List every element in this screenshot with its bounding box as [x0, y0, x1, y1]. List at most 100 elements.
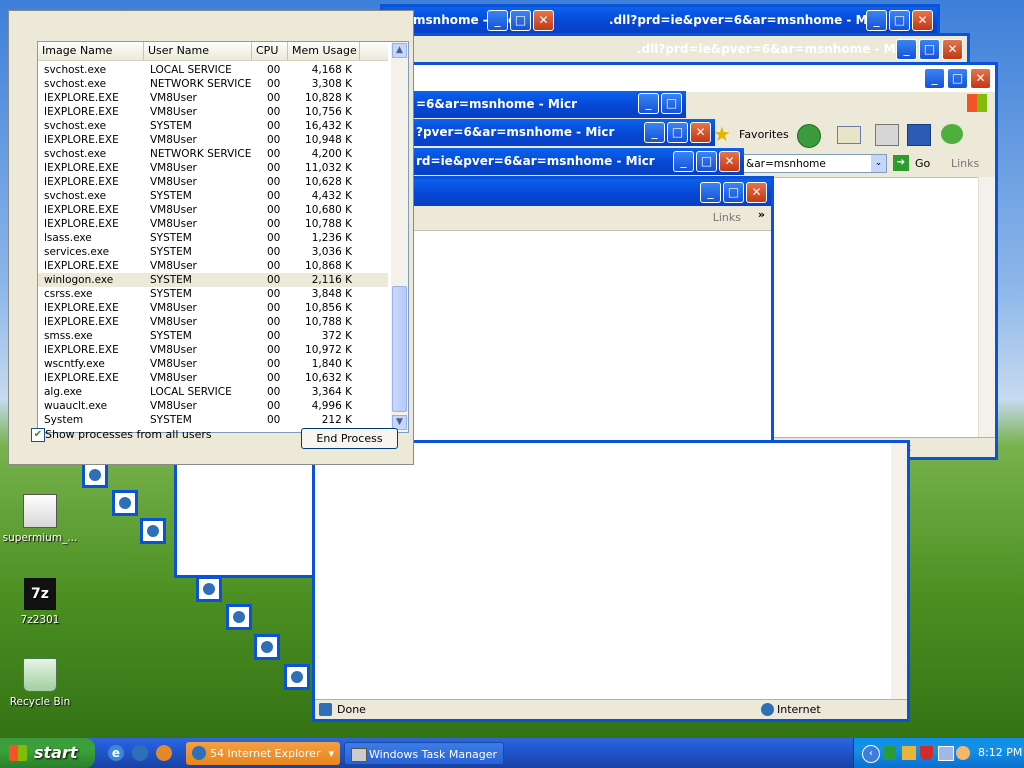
- maximize-button[interactable]: □: [661, 93, 682, 114]
- process-list[interactable]: Image Name User Name CPU Mem Usage svcho…: [37, 41, 409, 433]
- ie-window-edge[interactable]: [82, 462, 108, 488]
- end-process-button[interactable]: End Process: [301, 428, 398, 449]
- mail-icon[interactable]: [837, 126, 861, 144]
- ie-window-edge[interactable]: [284, 664, 310, 690]
- minimize-button[interactable]: _: [487, 10, 508, 31]
- table-row[interactable]: csrss.exe SYSTEM 00 3,848 K: [38, 287, 388, 301]
- close-button[interactable]: ✕: [912, 10, 933, 31]
- ie-window-edge[interactable]: [140, 518, 166, 544]
- tray-icon[interactable]: [884, 746, 896, 760]
- links-label[interactable]: Links: [713, 211, 741, 224]
- desktop-icon-recycle-bin[interactable]: Recycle Bin: [0, 658, 80, 708]
- chevron-right-icon[interactable]: »: [758, 208, 765, 221]
- ie-window-edge[interactable]: [196, 576, 222, 602]
- table-row[interactable]: IEXPLORE.EXE VM8User 00 10,632 K: [38, 371, 388, 385]
- table-row[interactable]: IEXPLORE.EXE VM8User 00 10,756 K: [38, 105, 388, 119]
- address-dropdown-icon[interactable]: ⌄: [871, 155, 886, 172]
- close-button[interactable]: ✕: [719, 151, 740, 172]
- links-label[interactable]: Links: [951, 157, 979, 170]
- firefox-icon[interactable]: [132, 745, 148, 761]
- table-row[interactable]: IEXPLORE.EXE VM8User 00 10,828 K: [38, 91, 388, 105]
- go-button[interactable]: Go: [915, 157, 930, 170]
- ie-window-edge[interactable]: [112, 490, 138, 516]
- maximize-button[interactable]: □: [696, 151, 717, 172]
- minimize-button[interactable]: _: [700, 182, 721, 203]
- table-row[interactable]: winlogon.exe SYSTEM 00 2,116 K: [38, 273, 388, 287]
- column-cpu[interactable]: CPU: [252, 42, 288, 60]
- table-row[interactable]: wuauclt.exe VM8User 00 4,996 K: [38, 399, 388, 413]
- maximize-button[interactable]: □: [919, 39, 940, 60]
- close-button[interactable]: ✕: [970, 68, 991, 89]
- table-row[interactable]: IEXPLORE.EXE VM8User 00 10,680 K: [38, 203, 388, 217]
- security-shield-icon[interactable]: [920, 746, 933, 760]
- table-row[interactable]: services.exe SYSTEM 00 3,036 K: [38, 245, 388, 259]
- table-row[interactable]: svchost.exe NETWORK SERVICE 00 3,308 K: [38, 77, 388, 91]
- scroll-up-button[interactable]: ▲: [392, 43, 407, 58]
- table-row[interactable]: smss.exe SYSTEM 00 372 K: [38, 329, 388, 343]
- column-image-name[interactable]: Image Name: [38, 42, 144, 60]
- close-button[interactable]: ✕: [942, 39, 963, 60]
- table-row[interactable]: svchost.exe SYSTEM 00 4,432 K: [38, 189, 388, 203]
- table-row[interactable]: IEXPLORE.EXE VM8User 00 11,032 K: [38, 161, 388, 175]
- history-icon[interactable]: [797, 124, 821, 148]
- print-icon[interactable]: [875, 124, 899, 146]
- vertical-scrollbar[interactable]: [978, 177, 995, 437]
- table-row[interactable]: alg.exe LOCAL SERVICE 00 3,364 K: [38, 385, 388, 399]
- ie-window-edge[interactable]: [226, 604, 252, 630]
- maximize-button[interactable]: □: [947, 68, 968, 89]
- minimize-button[interactable]: _: [644, 122, 665, 143]
- table-row[interactable]: IEXPLORE.EXE VM8User 00 10,628 K: [38, 175, 388, 189]
- column-user-name[interactable]: User Name: [144, 42, 252, 60]
- media-icon[interactable]: [156, 745, 172, 761]
- table-row[interactable]: IEXPLORE.EXE VM8User 00 10,788 K: [38, 217, 388, 231]
- table-row[interactable]: IEXPLORE.EXE VM8User 00 10,972 K: [38, 343, 388, 357]
- table-row[interactable]: wscntfy.exe VM8User 00 1,840 K: [38, 357, 388, 371]
- minimize-button[interactable]: _: [924, 68, 945, 89]
- minimize-button[interactable]: _: [673, 151, 694, 172]
- taskbar-item-ie-group[interactable]: 54 Internet Explorer ▾: [186, 742, 340, 765]
- table-row[interactable]: System SYSTEM 00 212 K: [38, 413, 388, 427]
- address-field[interactable]: &ar=msnhome: [741, 154, 887, 173]
- show-all-checkbox[interactable]: ✔: [31, 428, 45, 442]
- tray-expand-icon[interactable]: ‹: [862, 745, 880, 763]
- scroll-thumb[interactable]: [392, 286, 407, 412]
- edit-icon[interactable]: [907, 124, 931, 146]
- table-row[interactable]: IEXPLORE.EXE VM8User 00 10,948 K: [38, 133, 388, 147]
- maximize-button[interactable]: □: [723, 182, 744, 203]
- ie-icon[interactable]: e: [108, 745, 124, 761]
- maximize-button[interactable]: □: [889, 10, 910, 31]
- messenger-icon[interactable]: [941, 124, 963, 144]
- maximize-button[interactable]: □: [510, 10, 531, 31]
- ie-window-edge[interactable]: [254, 634, 280, 660]
- table-row[interactable]: svchost.exe SYSTEM 00 16,432 K: [38, 119, 388, 133]
- minimize-button[interactable]: _: [896, 39, 917, 60]
- go-arrow-icon[interactable]: ➔: [893, 155, 909, 171]
- table-row[interactable]: IEXPLORE.EXE VM8User 00 10,868 K: [38, 259, 388, 273]
- start-button[interactable]: start: [0, 738, 95, 768]
- maximize-button[interactable]: □: [667, 122, 688, 143]
- ie-window-4[interactable]: =6&ar=msnhome - Micr _ □: [410, 91, 686, 118]
- tray-icon[interactable]: [956, 746, 970, 760]
- table-row[interactable]: svchost.exe NETWORK SERVICE 00 4,200 K: [38, 147, 388, 161]
- ie-window-8[interactable]: Done Internet: [312, 440, 910, 722]
- favorites-star-icon[interactable]: ★: [713, 122, 731, 146]
- desktop-icon-supermium[interactable]: supermium_...: [0, 494, 80, 544]
- clock[interactable]: 8:12 PM: [978, 746, 1022, 759]
- ie-window-5[interactable]: ?pver=6&ar=msnhome - Micr _ □ ✕: [410, 119, 715, 147]
- vertical-scrollbar[interactable]: [891, 443, 907, 699]
- table-row[interactable]: IEXPLORE.EXE VM8User 00 10,788 K: [38, 315, 388, 329]
- task-manager-window[interactable]: Image Name User Name CPU Mem Usage svcho…: [8, 10, 414, 465]
- close-button[interactable]: ✕: [533, 10, 554, 31]
- network-icon[interactable]: [938, 746, 954, 761]
- show-all-label[interactable]: Show processes from all users: [45, 428, 212, 441]
- table-row[interactable]: svchost.exe LOCAL SERVICE 00 4,168 K: [38, 63, 388, 77]
- taskbar-item-task-manager[interactable]: Windows Task Manager: [344, 742, 504, 765]
- desktop-icon-7z[interactable]: 7z 7z2301: [0, 578, 80, 626]
- favorites-label[interactable]: Favorites: [739, 128, 789, 141]
- table-row[interactable]: lsass.exe SYSTEM 00 1,236 K: [38, 231, 388, 245]
- minimize-button[interactable]: _: [638, 93, 659, 114]
- minimize-button[interactable]: _: [866, 10, 887, 31]
- ie-window-6[interactable]: rd=ie&pver=6&ar=msnhome - Micr _ □ ✕: [410, 148, 744, 176]
- close-button[interactable]: ✕: [690, 122, 711, 143]
- close-button[interactable]: ✕: [746, 182, 767, 203]
